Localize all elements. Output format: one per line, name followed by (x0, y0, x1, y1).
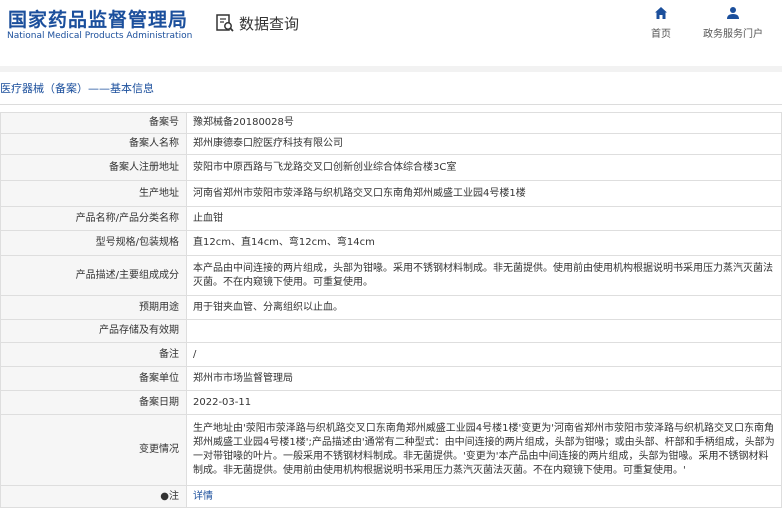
row-value (186, 319, 782, 343)
row-value: 止血钳 (186, 206, 782, 231)
breadcrumb: 医疗器械（备案）——基本信息 (0, 82, 154, 95)
table-row: 备案人注册地址 荥阳市中原西路与飞龙路交叉口创新创业综合体综合楼3C室 (0, 154, 782, 181)
row-value: 豫郑械备20180028号 (186, 112, 782, 134)
row-value: / (186, 342, 782, 367)
row-value: 本产品由中间连接的两片组成，头部为钳喙。采用不锈钢材料制成。非无菌提供。使用前由… (186, 255, 782, 296)
table-row: 备案日期 2022-03-11 (0, 390, 782, 415)
nav-service-portal[interactable]: 政务服务门户 (703, 6, 763, 40)
record-detail-table: 备案号 豫郑械备20180028号 备案人名称 郑州康德泰口腔医疗科技有限公司 … (0, 112, 782, 508)
row-label: 备注 (0, 342, 187, 367)
row-label: 备案人名称 (0, 133, 187, 155)
row-label: 备案人注册地址 (0, 154, 187, 181)
table-row: 产品存储及有效期 (0, 319, 782, 343)
site-logo-title[interactable]: 国家药品监督管理局 (8, 5, 188, 32)
row-value: 荥阳市中原西路与飞龙路交叉口创新创业综合体综合楼3C室 (186, 154, 782, 181)
table-row: 备案单位 郑州市市场监督管理局 (0, 366, 782, 391)
row-value: 详情 (186, 485, 782, 508)
table-row: 备注 / (0, 342, 782, 367)
row-label: 产品描述/主要组成成分 (0, 255, 187, 296)
nav-home[interactable]: 首页 (651, 6, 671, 40)
row-label: 备案单位 (0, 366, 187, 391)
site-logo-subtitle: National Medical Products Administration (7, 31, 193, 41)
table-row: 变更情况 生产地址由'荥阳市荥泽路与织机路交叉口东南角郑州威盛工业园4号楼1楼'… (0, 414, 782, 486)
row-label: 备案号 (0, 112, 187, 134)
nav-home-label: 首页 (651, 29, 671, 40)
search-document-icon (216, 14, 234, 32)
home-icon (655, 7, 667, 19)
table-row: 产品名称/产品分类名称 止血钳 (0, 206, 782, 231)
row-label: 产品存储及有效期 (0, 319, 187, 343)
row-label: 产品名称/产品分类名称 (0, 206, 187, 231)
header-divider (0, 66, 782, 72)
table-row: ●注 详情 (0, 485, 782, 508)
user-icon (727, 7, 739, 19)
table-row: 产品描述/主要组成成分 本产品由中间连接的两片组成，头部为钳喙。采用不锈钢材料制… (0, 255, 782, 296)
row-value: 用于钳夹血管、分离组织以止血。 (186, 295, 782, 320)
breadcrumb-divider (0, 104, 782, 105)
row-label: 型号规格/包装规格 (0, 230, 187, 256)
nav-service-portal-label: 政务服务门户 (703, 29, 763, 40)
table-row: 型号规格/包装规格 直12cm、直14cm、弯12cm、弯14cm (0, 230, 782, 256)
row-label: 变更情况 (0, 414, 187, 486)
data-query-label: 数据查询 (239, 14, 300, 33)
row-label: 备案日期 (0, 390, 187, 415)
details-link[interactable]: 详情 (193, 491, 213, 502)
row-value: 河南省郑州市荥阳市荥泽路与织机路交叉口东南角郑州威盛工业园4号楼1楼 (186, 180, 782, 207)
row-value: 郑州市市场监督管理局 (186, 366, 782, 391)
row-label: 生产地址 (0, 180, 187, 207)
row-value: 2022-03-11 (186, 390, 782, 415)
table-row: 备案人名称 郑州康德泰口腔医疗科技有限公司 (0, 133, 782, 155)
row-value: 郑州康德泰口腔医疗科技有限公司 (186, 133, 782, 155)
row-label: ●注 (0, 485, 187, 508)
table-row: 预期用途 用于钳夹血管、分离组织以止血。 (0, 295, 782, 320)
table-row: 生产地址 河南省郑州市荥阳市荥泽路与织机路交叉口东南角郑州威盛工业园4号楼1楼 (0, 180, 782, 207)
row-value: 直12cm、直14cm、弯12cm、弯14cm (186, 230, 782, 256)
table-row: 备案号 豫郑械备20180028号 (0, 112, 782, 134)
data-query-link[interactable]: 数据查询 (215, 11, 299, 35)
site-header: 国家药品监督管理局 National Medical Products Admi… (0, 0, 782, 66)
row-value: 生产地址由'荥阳市荥泽路与织机路交叉口东南角郑州威盛工业园4号楼1楼'变更为'河… (186, 414, 782, 486)
row-label: 预期用途 (0, 295, 187, 320)
